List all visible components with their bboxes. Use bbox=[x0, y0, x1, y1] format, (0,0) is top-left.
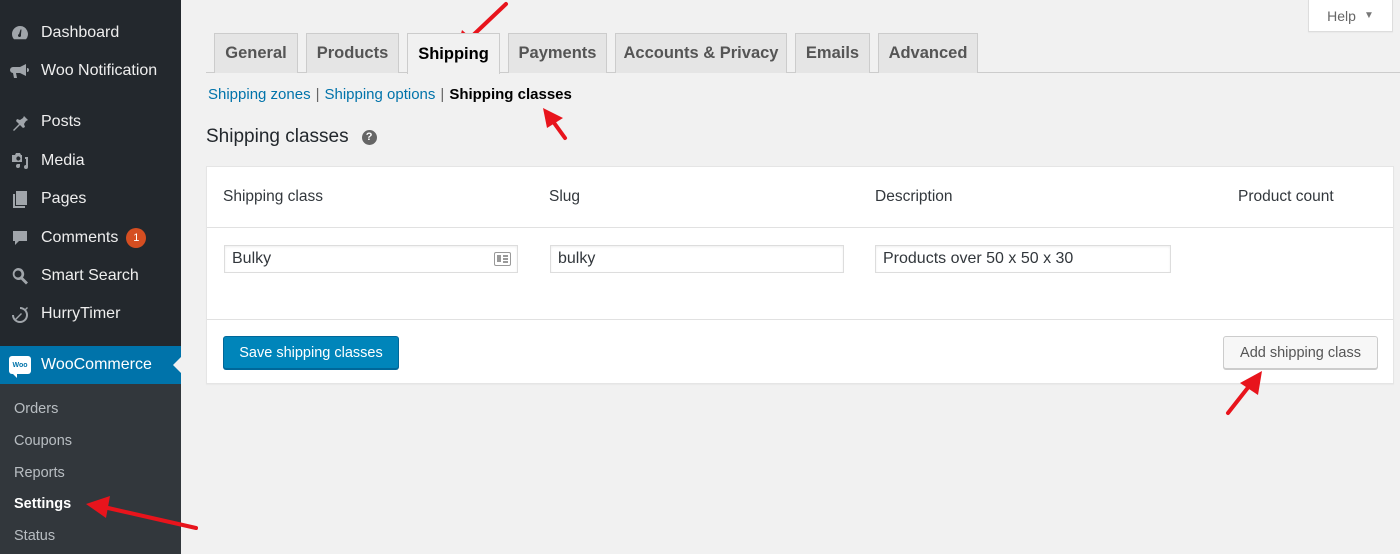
tab-general[interactable]: General bbox=[214, 33, 298, 73]
shipping-class-slug-value: bulky bbox=[558, 250, 596, 267]
sidebar-item-label: Woo Notification bbox=[41, 62, 158, 79]
woocommerce-submenu: Orders Coupons Reports Settings Status bbox=[0, 384, 181, 554]
subnav-separator: | bbox=[440, 86, 445, 103]
dashboard-icon bbox=[9, 22, 31, 44]
sidebar-item-label: Media bbox=[41, 152, 85, 169]
shipping-class-slug-input[interactable]: bulky bbox=[550, 245, 844, 273]
media-icon bbox=[9, 150, 31, 172]
shipping-class-name-value: Bulky bbox=[232, 250, 272, 267]
sidebar-item-woocommerce[interactable]: Woo WooCommerce bbox=[0, 346, 181, 384]
tab-accounts-privacy[interactable]: Accounts & Privacy bbox=[615, 33, 787, 73]
sidebar-item-label: Pages bbox=[41, 190, 87, 207]
column-header-slug: Slug bbox=[549, 188, 581, 205]
pages-icon bbox=[9, 188, 31, 210]
shipping-classes-table: Shipping class Slug Description Product … bbox=[206, 166, 1394, 384]
page-title-text: Shipping classes bbox=[206, 126, 349, 147]
sidebar-item-hurrytimer[interactable]: HurryTimer bbox=[0, 295, 181, 333]
subnav-separator: | bbox=[315, 86, 320, 103]
submenu-item-coupons[interactable]: Coupons bbox=[14, 433, 72, 449]
annotation-arrow-shipping-classes bbox=[543, 108, 567, 140]
pin-icon bbox=[9, 111, 31, 133]
submenu-item-status[interactable]: Status bbox=[14, 528, 55, 544]
sidebar-item-label: HurryTimer bbox=[41, 305, 121, 322]
tab-advanced[interactable]: Advanced bbox=[878, 33, 978, 73]
shipping-class-description-value: Products over 50 x 50 x 30 bbox=[883, 250, 1074, 267]
subnav-shipping-zones[interactable]: Shipping zones bbox=[208, 86, 311, 103]
sidebar-item-smart-search[interactable]: Smart Search bbox=[0, 257, 181, 295]
sidebar-item-label: Dashboard bbox=[41, 24, 120, 41]
subnav-shipping-options[interactable]: Shipping options bbox=[324, 86, 435, 103]
tab-payments[interactable]: Payments bbox=[508, 33, 607, 73]
page-title: Shipping classes ? bbox=[206, 126, 377, 148]
tab-emails[interactable]: Emails bbox=[795, 33, 870, 73]
sidebar-item-woo-notification[interactable]: Woo Notification bbox=[0, 52, 181, 90]
megaphone-icon bbox=[9, 60, 31, 82]
comment-icon bbox=[9, 227, 31, 249]
save-shipping-classes-button[interactable]: Save shipping classes bbox=[223, 336, 399, 369]
add-shipping-class-button[interactable]: Add shipping class bbox=[1223, 336, 1378, 369]
tab-products[interactable]: Products bbox=[306, 33, 399, 73]
sidebar-item-label: Smart Search bbox=[41, 267, 139, 284]
submenu-item-reports[interactable]: Reports bbox=[14, 465, 65, 481]
column-header-description: Description bbox=[875, 188, 953, 205]
search-icon bbox=[9, 265, 31, 287]
sidebar-item-label: Comments bbox=[41, 229, 119, 246]
sidebar-item-posts[interactable]: Posts bbox=[0, 103, 181, 141]
help-label: Help bbox=[1327, 7, 1356, 24]
submenu-item-settings[interactable]: Settings bbox=[14, 496, 71, 512]
sidebar-item-pages[interactable]: Pages bbox=[0, 180, 181, 218]
sidebar-item-label: Posts bbox=[41, 113, 82, 130]
sidebar-item-media[interactable]: Media bbox=[0, 142, 181, 180]
caret-down-icon: ▼ bbox=[1363, 10, 1374, 21]
sidebar-item-dashboard[interactable]: Dashboard bbox=[0, 14, 181, 52]
sidebar-item-label: WooCommerce bbox=[41, 356, 152, 373]
table-footer: Save shipping classes Add shipping class bbox=[207, 321, 1393, 384]
shipping-subnav: Shipping zones | Shipping options | Shipping… bbox=[208, 86, 572, 103]
help-button[interactable]: Help ▼ bbox=[1308, 0, 1393, 32]
contact-card-icon bbox=[494, 252, 511, 266]
table-header: Shipping class Slug Description Product … bbox=[207, 167, 1393, 228]
shipping-class-description-input[interactable]: Products over 50 x 50 x 30 bbox=[875, 245, 1171, 273]
column-header-shipping-class: Shipping class bbox=[223, 188, 323, 205]
table-row: Bulky bulky Products over 50 x 50 x 30 bbox=[207, 228, 1393, 320]
woocommerce-logo-icon: Woo bbox=[9, 356, 31, 378]
shipping-class-name-input[interactable]: Bulky bbox=[224, 245, 518, 273]
timer-icon bbox=[9, 303, 31, 325]
admin-sidebar: Dashboard Woo Notification Posts Media P… bbox=[0, 0, 181, 554]
comments-count-badge: 1 bbox=[126, 228, 147, 248]
subnav-shipping-classes: Shipping classes bbox=[449, 86, 572, 103]
tab-shipping[interactable]: Shipping bbox=[407, 33, 500, 74]
column-header-product-count: Product count bbox=[1238, 188, 1334, 205]
help-tip-icon[interactable]: ? bbox=[361, 129, 377, 145]
submenu-item-orders[interactable]: Orders bbox=[14, 401, 58, 417]
sidebar-item-comments[interactable]: Comments 1 bbox=[0, 219, 181, 257]
